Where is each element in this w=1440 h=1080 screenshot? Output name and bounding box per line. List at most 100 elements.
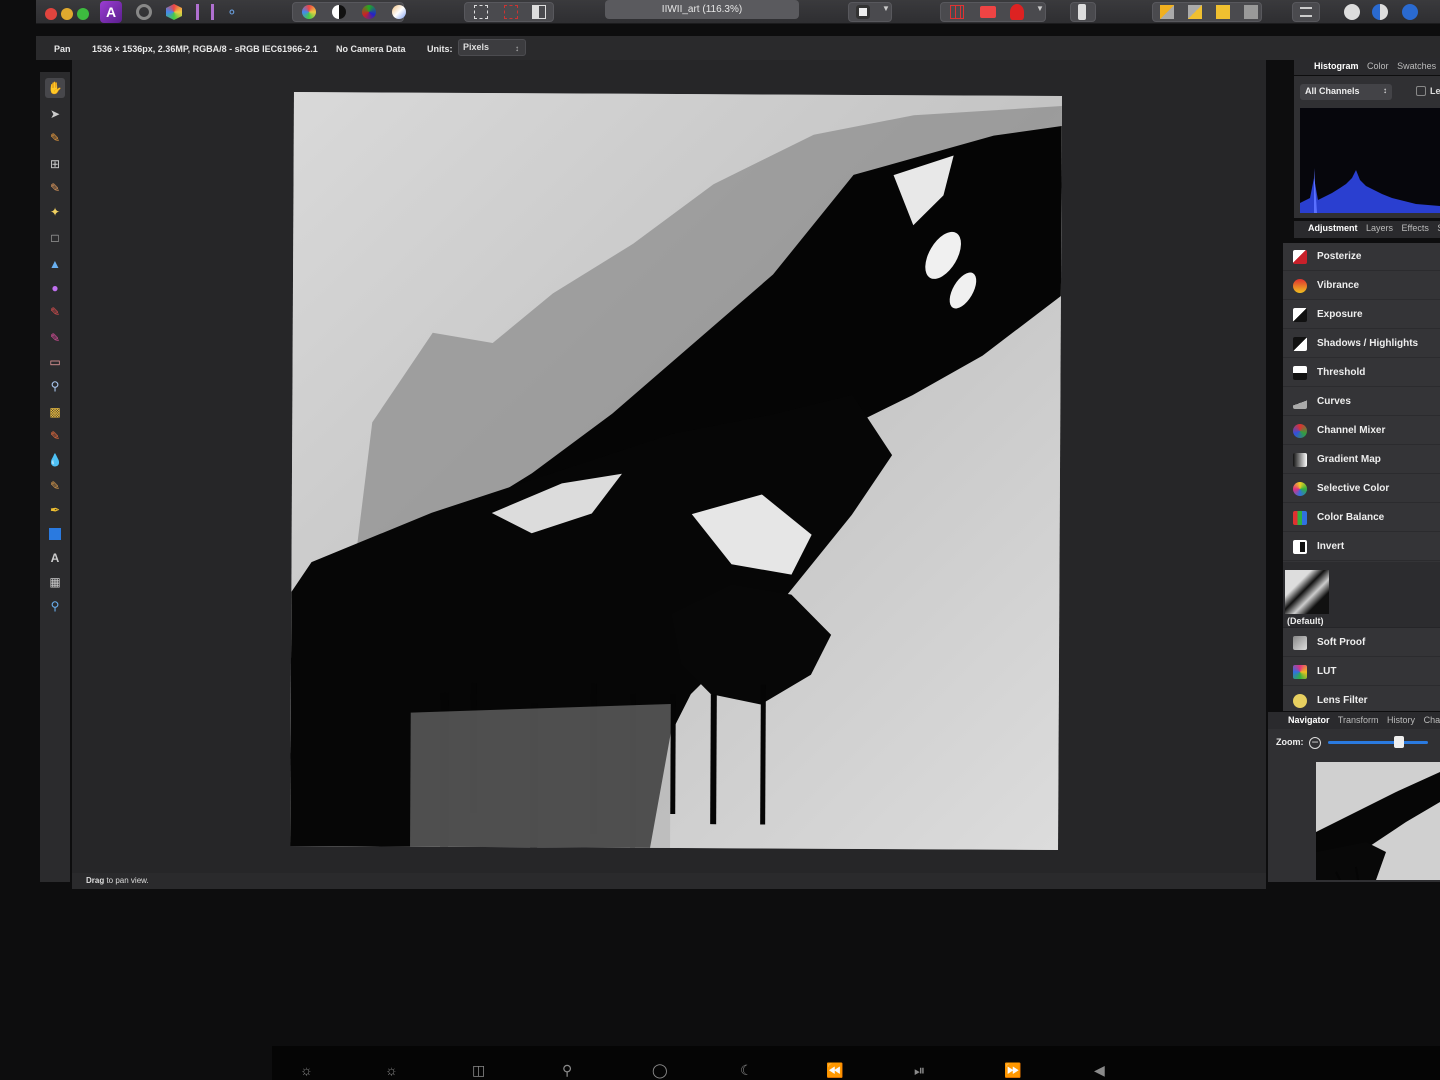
dodge-brush-tool-icon[interactable]: ⚲ — [45, 376, 65, 396]
document-title-tab[interactable]: IIWII_art (116.3%) — [605, 0, 799, 19]
tab-transform[interactable]: Transform — [1338, 715, 1379, 725]
tab-layers[interactable]: Layers — [1366, 223, 1393, 233]
adjustment-item-color-balance[interactable]: Color Balance — [1283, 504, 1440, 532]
tone-mapping-persona-icon[interactable] — [196, 4, 214, 20]
adjustment-item-exposure[interactable]: Exposure — [1283, 301, 1440, 329]
rewind-icon[interactable]: ⏪ — [826, 1062, 843, 1079]
layer-checkbox-label: Le — [1430, 86, 1440, 96]
arrange-back-icon[interactable] — [1160, 5, 1174, 19]
fast-forward-icon[interactable]: ⏩ — [1004, 1062, 1021, 1079]
tab-navigator[interactable]: Navigator — [1288, 715, 1330, 725]
zoom-slider[interactable] — [1328, 741, 1428, 744]
zoom-tool-icon[interactable]: ⚲ — [45, 596, 65, 616]
tab-color[interactable]: Color — [1367, 61, 1389, 71]
chevron-down-icon[interactable]: ▼ — [1036, 4, 1044, 13]
navigator-preview-thumbnail[interactable] — [1316, 762, 1440, 880]
tab-effects[interactable]: Effects — [1402, 223, 1429, 233]
brightness-down-icon[interactable]: ☼ — [300, 1062, 313, 1078]
document-artwork-image[interactable] — [290, 91, 1062, 851]
tab-histogram[interactable]: Histogram — [1314, 61, 1359, 71]
layer-checkbox[interactable] — [1416, 86, 1426, 96]
adjustment-item-vibrance[interactable]: Vibrance — [1283, 272, 1440, 300]
arrange-front-icon[interactable] — [1216, 5, 1230, 19]
tab-channels[interactable]: Chan — [1424, 715, 1440, 725]
selection-brush-tool-icon[interactable]: ✎ — [45, 178, 65, 198]
mesh-warp-tool-icon[interactable]: ▦ — [45, 572, 65, 592]
minimize-window-button[interactable] — [61, 8, 73, 20]
close-window-button[interactable] — [45, 8, 57, 20]
view-tool-hand-icon[interactable]: ✋ — [45, 78, 65, 98]
units-select[interactable]: Pixels ↕ — [458, 39, 526, 56]
adjustment-item-lut[interactable]: LUT — [1283, 658, 1440, 686]
artistic-text-tool-icon[interactable]: A — [45, 548, 65, 568]
auto-contrast-icon[interactable] — [332, 5, 346, 19]
blur-brush-tool-icon[interactable]: 💧 — [45, 450, 65, 470]
flood-fill-tool-icon[interactable]: ▲ — [45, 254, 65, 274]
snapping-icon[interactable] — [1010, 4, 1024, 20]
color-replacement-brush-tool-icon[interactable]: ✎ — [45, 328, 65, 348]
select-all-icon[interactable] — [474, 5, 488, 19]
adjustment-item-curves[interactable]: Curves — [1283, 388, 1440, 416]
play-pause-icon[interactable]: ⏯ — [914, 1062, 925, 1079]
arrange-top-icon[interactable] — [1244, 5, 1258, 19]
align-icon — [1300, 7, 1312, 17]
adjustment-item-soft-proof[interactable]: Soft Proof — [1283, 629, 1440, 657]
auto-white-balance-icon[interactable] — [392, 5, 406, 19]
tab-history[interactable]: History — [1387, 715, 1415, 725]
rectangular-marquee-tool-icon[interactable]: □ — [45, 228, 65, 248]
adjustment-item-invert[interactable]: Invert — [1283, 533, 1440, 561]
dictation-microphone-icon[interactable]: ◯ — [652, 1062, 668, 1079]
arrange-forward-icon[interactable] — [1188, 5, 1202, 19]
adjustment-label: Color Balance — [1317, 512, 1385, 523]
do-not-disturb-moon-icon[interactable]: ☾ — [740, 1062, 753, 1079]
liquify-persona-icon[interactable] — [136, 4, 152, 20]
color-picker-tool-icon[interactable]: ✎ — [45, 128, 65, 148]
clone-brush-tool-icon[interactable]: ▩ — [45, 402, 65, 422]
status-bold-text: Drag — [86, 876, 105, 885]
adjustment-item-lens-filter[interactable]: Lens Filter — [1283, 687, 1440, 711]
gradient-map-icon — [1293, 453, 1307, 467]
gradient-tool-icon[interactable]: ● — [45, 278, 65, 298]
pen-tool-icon[interactable]: ✒ — [45, 500, 65, 520]
invert-selection-icon[interactable] — [532, 5, 546, 19]
export-persona-icon[interactable]: ⚬ — [226, 4, 242, 20]
zoom-slider-handle[interactable] — [1394, 736, 1404, 748]
boolean-subtract-icon[interactable] — [1372, 4, 1388, 20]
erase-brush-tool-icon[interactable]: ▭ — [45, 352, 65, 372]
channel-select[interactable]: All Channels ↕ — [1300, 84, 1392, 100]
chevron-down-icon[interactable]: ▼ — [882, 4, 890, 13]
adjustment-item-shadows-highlights[interactable]: Shadows / Highlights — [1283, 330, 1440, 358]
mute-icon[interactable]: ◀ — [1094, 1062, 1105, 1079]
auto-levels-icon[interactable] — [302, 5, 316, 19]
adjustment-item-channel-mixer[interactable]: Channel Mixer — [1283, 417, 1440, 445]
mission-control-icon[interactable]: ◫ — [472, 1062, 485, 1079]
adjustment-item-selective-color[interactable]: Selective Color — [1283, 475, 1440, 503]
brightness-up-icon[interactable]: ☼ — [385, 1062, 398, 1078]
adjustment-list: Posterize Vibrance Exposure Shadows / Hi… — [1283, 243, 1440, 711]
deselect-icon[interactable] — [504, 5, 518, 19]
grid-icon[interactable] — [950, 5, 964, 19]
histogram-graph — [1300, 108, 1440, 213]
smudge-brush-tool-icon[interactable]: ✎ — [45, 476, 65, 496]
tab-swatches[interactable]: Swatches — [1397, 61, 1436, 71]
move-tool-arrow-icon[interactable]: ➤ — [45, 104, 65, 124]
zoom-out-icon[interactable]: − — [1309, 736, 1321, 749]
develop-persona-icon[interactable] — [166, 4, 182, 20]
adjustment-item-gradient-map[interactable]: Gradient Map — [1283, 446, 1440, 474]
healing-brush-tool-icon[interactable]: ✎ — [45, 426, 65, 446]
force-pixel-alignment-icon[interactable] — [980, 6, 996, 18]
spotlight-search-icon[interactable]: ⚲ — [562, 1062, 572, 1079]
crop-tool-icon[interactable]: ⊞ — [45, 154, 65, 174]
rectangle-shape-tool-icon[interactable] — [45, 524, 65, 544]
photo-persona-icon[interactable]: A — [100, 1, 122, 23]
zoom-window-button[interactable] — [77, 8, 89, 20]
invert-preset[interactable]: (Default) — [1283, 562, 1440, 628]
flood-select-tool-icon[interactable]: ✦ — [45, 202, 65, 222]
tab-adjustment[interactable]: Adjustment — [1308, 223, 1358, 233]
adjustment-item-threshold[interactable]: Threshold — [1283, 359, 1440, 387]
paint-brush-tool-icon[interactable]: ✎ — [45, 302, 65, 322]
boolean-add-icon[interactable] — [1344, 4, 1360, 20]
adjustment-item-posterize[interactable]: Posterize — [1283, 243, 1440, 271]
boolean-intersect-icon[interactable] — [1402, 4, 1418, 20]
auto-colors-icon[interactable] — [362, 5, 376, 19]
